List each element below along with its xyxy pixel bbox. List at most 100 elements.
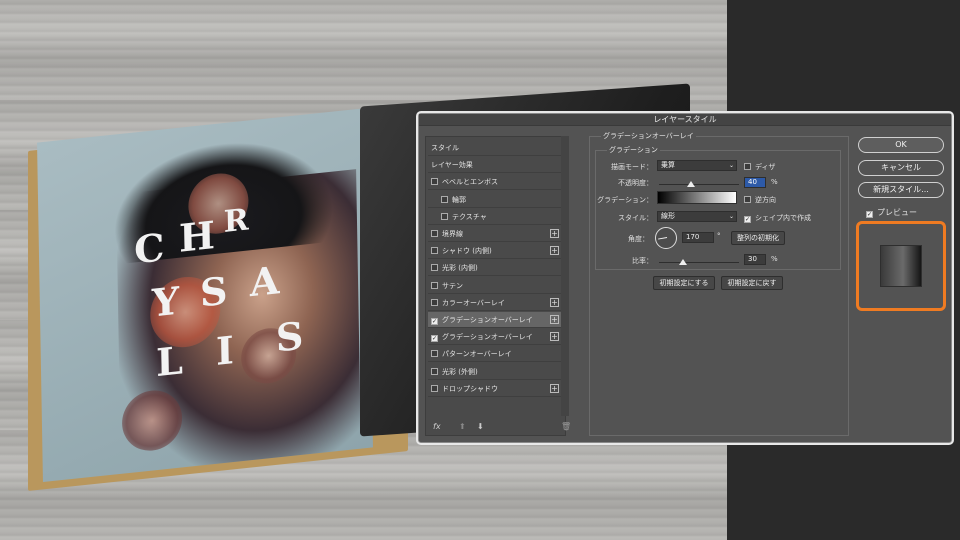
style-list-item[interactable]: 境界線 +: [428, 226, 563, 242]
style-list-item[interactable]: テクスチャ: [428, 209, 563, 225]
blend-mode-label: 描画モード：: [611, 163, 653, 171]
style-preview-swatch: [880, 245, 922, 287]
style-list-item[interactable]: ベベルとエンボス: [428, 174, 563, 191]
reverse-label: 逆方向: [755, 196, 776, 204]
dither-checkbox[interactable]: ディザ: [744, 162, 776, 172]
style-list-item[interactable]: サテン: [428, 278, 563, 294]
checkbox-icon[interactable]: [431, 367, 438, 375]
reset-alignment-button[interactable]: 整列の初期化: [731, 231, 785, 245]
add-effect-icon[interactable]: +: [550, 246, 559, 256]
opacity-input[interactable]: 40: [744, 177, 766, 188]
chevron-down-icon: ⌄: [729, 192, 735, 199]
style-list-item[interactable]: スタイル: [428, 140, 563, 156]
align-with-layer-checkbox[interactable]: ✓ シェイプ内で作成: [744, 213, 811, 223]
checkbox-icon[interactable]: [431, 230, 438, 237]
dialog-title: レイヤースタイル: [419, 114, 951, 126]
style-list-item-label: スタイル: [431, 144, 459, 152]
make-default-button[interactable]: 初期設定にする: [653, 276, 715, 290]
style-list-item-label: サテン: [442, 281, 463, 290]
checkbox-icon[interactable]: [431, 350, 438, 358]
scale-slider[interactable]: [659, 262, 739, 263]
checkmark-icon: ✓: [866, 211, 873, 218]
gradient-dropdown[interactable]: ⌄: [728, 191, 737, 202]
style-list-item-label: パターンオーバーレイ: [442, 350, 512, 359]
letter-a: A: [249, 257, 282, 306]
letter-s2: S: [275, 312, 306, 361]
checkbox-icon[interactable]: [431, 384, 438, 392]
add-effect-icon[interactable]: +: [550, 332, 559, 342]
style-list-item[interactable]: 光彩 (外側): [428, 364, 563, 380]
style-list-item-label: 光彩 (内側): [442, 264, 478, 273]
style-list-item[interactable]: ✓ グラデーションオーバーレイ +: [428, 312, 563, 328]
reverse-checkbox[interactable]: 逆方向: [744, 195, 776, 205]
chevron-down-icon: ⌄: [728, 162, 734, 169]
checkbox-icon[interactable]: [431, 298, 438, 306]
style-list-item[interactable]: パターンオーバーレイ: [428, 346, 563, 363]
dither-label: ディザ: [755, 163, 776, 171]
opacity-slider-thumb[interactable]: [687, 181, 695, 187]
style-list: スタイルレイヤー効果ベベルとエンボス輪郭テクスチャ 境界線 + シャドウ (内側) + 光…: [425, 136, 566, 436]
opacity-label: 不透明度：: [618, 179, 653, 187]
blend-mode-select[interactable]: 乗算 ⌄: [657, 160, 737, 171]
move-down-icon[interactable]: ⬇: [477, 422, 484, 431]
new-style-button[interactable]: 新規スタイル...: [858, 182, 944, 198]
angle-label: 角度：: [628, 235, 649, 243]
letter-r: R: [223, 202, 252, 240]
checkbox-icon[interactable]: [431, 178, 438, 186]
checkmark-icon[interactable]: ✓: [431, 318, 438, 325]
preview-label: プレビュー: [877, 208, 917, 217]
style-list-item-label: シャドウ (内側): [442, 247, 492, 256]
checkbox-icon[interactable]: [431, 281, 438, 289]
trash-icon[interactable]: 🗑: [561, 422, 571, 431]
angle-dial-hand: [658, 237, 668, 240]
style-value: 線形: [661, 212, 675, 220]
chevron-down-icon: ⌄: [728, 213, 734, 220]
style-list-item[interactable]: カラーオーバーレイ +: [428, 295, 563, 311]
list-scrollbar[interactable]: [561, 136, 569, 416]
style-list-item[interactable]: ドロップシャドウ +: [428, 381, 563, 397]
checkbox-icon[interactable]: [441, 212, 448, 220]
gradient-swatch[interactable]: [657, 191, 737, 204]
style-list-item-label: 輪郭: [452, 195, 466, 204]
style-list-item[interactable]: レイヤー効果: [428, 157, 563, 174]
style-list-item-label: グラデーションオーバーレイ: [442, 333, 533, 342]
checkbox-icon: [744, 196, 751, 203]
style-list-item-label: ベベルとエンボス: [442, 178, 498, 187]
group-title: グラデーション: [607, 145, 660, 155]
checkbox-icon[interactable]: [431, 247, 438, 255]
style-select[interactable]: 線形 ⌄: [657, 211, 737, 222]
scale-input[interactable]: 30: [744, 254, 766, 265]
checkmark-icon: ✓: [744, 216, 751, 223]
style-list-item[interactable]: 輪郭: [428, 192, 563, 208]
checkmark-icon[interactable]: ✓: [431, 335, 438, 343]
checkbox-icon[interactable]: [431, 264, 438, 272]
add-effect-icon[interactable]: +: [550, 383, 559, 393]
ok-button[interactable]: OK: [858, 137, 944, 153]
scale-slider-thumb[interactable]: [679, 259, 687, 265]
checkbox-icon[interactable]: [441, 195, 448, 203]
reset-default-button[interactable]: 初期設定に戻す: [721, 276, 783, 290]
add-effect-icon[interactable]: +: [550, 229, 559, 238]
style-list-item-label: グラデーションオーバーレイ: [442, 316, 533, 324]
add-effect-icon[interactable]: +: [550, 315, 559, 324]
letter-c: C: [133, 224, 167, 273]
move-up-icon[interactable]: ⬆: [459, 422, 466, 431]
opacity-unit: %: [771, 178, 778, 186]
letter-s: S: [199, 267, 230, 316]
opacity-slider[interactable]: [659, 184, 739, 185]
style-list-item-label: レイヤー効果: [431, 161, 473, 170]
style-label: スタイル：: [618, 214, 653, 222]
fx-icon[interactable]: fx: [433, 422, 441, 431]
preview-checkbox[interactable]: ✓ プレビュー: [866, 207, 917, 218]
angle-dial[interactable]: [655, 227, 677, 249]
style-list-item[interactable]: 光彩 (内側): [428, 260, 563, 277]
preview-highlight-frame: [856, 221, 946, 311]
align-label: シェイプ内で作成: [755, 214, 811, 222]
style-list-item-label: 光彩 (外側): [442, 367, 478, 376]
angle-input[interactable]: 170: [682, 232, 714, 243]
style-list-item[interactable]: シャドウ (内側) +: [428, 243, 563, 260]
style-list-item[interactable]: ✓ グラデーションオーバーレイ +: [428, 329, 563, 346]
cancel-button[interactable]: キャンセル: [858, 160, 944, 176]
gradient-label: グラデーション：: [597, 196, 653, 204]
add-effect-icon[interactable]: +: [550, 297, 559, 307]
